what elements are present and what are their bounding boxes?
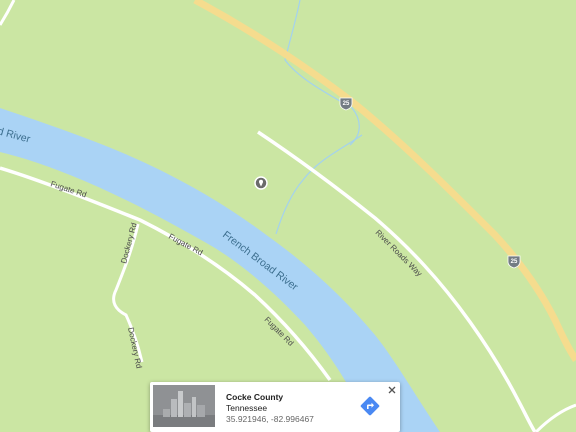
map-canvas[interactable]: French Broad River d River Fugate Rd Fug… — [0, 0, 576, 432]
card-coordinates: 35.921946, -82.996467 — [226, 414, 314, 424]
svg-text:25: 25 — [511, 259, 518, 265]
highway-shield-25-lower: 25 — [507, 255, 521, 269]
close-icon — [388, 386, 396, 394]
directions-button[interactable] — [360, 396, 380, 416]
place-marker-icon[interactable] — [254, 176, 268, 190]
street-view-thumbnail[interactable] — [153, 385, 215, 427]
directions-icon — [360, 396, 380, 416]
land-area — [0, 0, 576, 432]
svg-text:25: 25 — [343, 101, 350, 107]
highway-shield-25-upper: 25 — [339, 97, 353, 111]
info-card[interactable]: Cocke County Tennessee 35.921946, -82.99… — [150, 382, 400, 432]
card-subtitle: Tennessee — [226, 403, 268, 413]
close-button[interactable] — [386, 383, 398, 395]
card-title: Cocke County — [226, 392, 284, 402]
